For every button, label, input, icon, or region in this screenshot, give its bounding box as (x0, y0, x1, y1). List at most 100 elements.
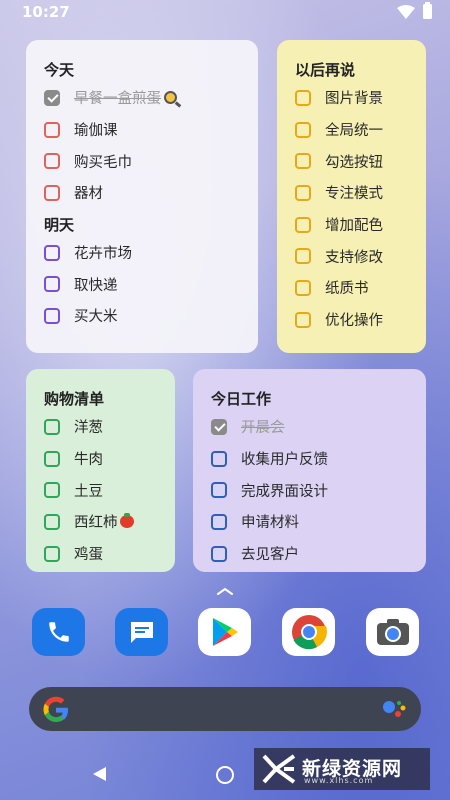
camera-app[interactable] (366, 608, 419, 656)
todo-label: 收集用户反馈 (241, 452, 328, 469)
phone-app[interactable] (32, 608, 85, 656)
checkbox[interactable] (44, 307, 60, 324)
checkbox-checked[interactable] (44, 89, 60, 106)
camera-icon (376, 619, 409, 645)
play-store-app[interactable] (198, 608, 251, 656)
todo-item[interactable]: 收集用户反馈 (211, 443, 408, 475)
todo-label: 专注模式 (325, 186, 383, 203)
todo-item[interactable]: 优化操作 (295, 304, 408, 336)
todo-label: 完成界面设计 (241, 483, 328, 500)
todo-label: 纸质书 (325, 281, 369, 298)
todo-label: 西红柿 (74, 515, 118, 532)
todo-label: 花卉市场 (74, 246, 132, 263)
checkbox[interactable] (44, 276, 60, 293)
todo-label: 早餐一盒煎蛋 (74, 91, 161, 108)
todo-item[interactable]: 申请材料 (211, 506, 408, 538)
todo-item[interactable]: 取快递 (44, 268, 240, 300)
todo-label: 土豆 (74, 483, 103, 500)
checkbox[interactable] (44, 153, 60, 170)
todo-label: 鸡蛋 (74, 547, 103, 564)
todo-item[interactable]: 去见客户 (211, 538, 408, 570)
checkbox[interactable] (211, 482, 227, 499)
checkbox[interactable] (295, 153, 311, 170)
widget-work[interactable]: 今日工作 开晨会 收集用户反馈 完成界面设计 申请材料 去见客户 (193, 369, 426, 572)
checkbox[interactable] (295, 311, 311, 328)
todo-item[interactable]: 洋葱 (44, 411, 157, 443)
widget-shopping[interactable]: 购物清单 洋葱 牛肉 土豆 西红柿 鸡蛋 (26, 369, 175, 572)
watermark-url: www.xlhs.com (304, 776, 374, 785)
back-button[interactable] (93, 767, 106, 781)
todo-item[interactable]: 早餐一盒煎蛋 (44, 82, 240, 114)
watermark: 新绿资源网 www.xlhs.com (254, 748, 430, 790)
chrome-app[interactable] (282, 608, 335, 656)
todo-item[interactable]: 花卉市场 (44, 237, 240, 269)
today-title: 今天 (44, 61, 75, 79)
todo-label: 支持修改 (325, 249, 383, 266)
google-search-bar[interactable] (29, 687, 421, 731)
shopping-title: 购物清单 (44, 390, 105, 408)
checkbox[interactable] (44, 513, 60, 530)
checkbox[interactable] (295, 279, 311, 296)
widget-later[interactable]: 以后再说 图片背景 全局统一 勾选按钮 专注模式 增加配色 支持修改 纸质书 优… (277, 40, 426, 353)
todo-item[interactable]: 增加配色 (295, 209, 408, 241)
home-button[interactable] (216, 766, 234, 784)
messages-app[interactable] (115, 608, 168, 656)
todo-label: 器材 (74, 186, 103, 203)
todo-item[interactable]: 西红柿 (44, 506, 157, 538)
todo-label: 洋葱 (74, 420, 103, 437)
todo-label: 增加配色 (325, 218, 383, 235)
todo-label: 优化操作 (325, 313, 383, 330)
watermark-logo-icon (262, 754, 296, 784)
checkbox[interactable] (44, 482, 60, 499)
todo-item[interactable]: 鸡蛋 (44, 538, 157, 570)
todo-label: 牛肉 (74, 452, 103, 469)
tomato-icon (119, 513, 134, 529)
checkbox[interactable] (44, 184, 60, 201)
todo-item[interactable]: 牛肉 (44, 443, 157, 475)
status-bar: 10:27 (0, 0, 450, 26)
checkbox[interactable] (44, 121, 60, 138)
checkbox[interactable] (44, 418, 60, 435)
todo-item[interactable]: 专注模式 (295, 177, 408, 209)
todo-label: 买大米 (74, 309, 118, 326)
messages-icon (130, 622, 153, 643)
checkbox[interactable] (211, 450, 227, 467)
todo-item[interactable]: 买大米 (44, 300, 240, 332)
work-title: 今日工作 (211, 390, 272, 408)
wifi-icon (397, 4, 415, 19)
chrome-icon (291, 615, 327, 650)
todo-item[interactable]: 开晨会 (211, 411, 408, 443)
todo-item[interactable]: 勾选按钮 (295, 145, 408, 177)
todo-item[interactable]: 纸质书 (295, 272, 408, 304)
checkbox[interactable] (295, 89, 311, 106)
checkbox[interactable] (44, 450, 60, 467)
todo-item[interactable]: 完成界面设计 (211, 474, 408, 506)
todo-item[interactable]: 购买毛巾 (44, 145, 240, 177)
checkbox[interactable] (295, 248, 311, 265)
todo-item[interactable]: 全局统一 (295, 114, 408, 146)
checkbox-checked[interactable] (211, 418, 227, 435)
checkbox[interactable] (295, 184, 311, 201)
frying-pan-icon (164, 91, 177, 105)
todo-item[interactable]: 支持修改 (295, 240, 408, 272)
battery-icon (423, 2, 432, 19)
phone-icon (48, 622, 69, 642)
todo-label: 取快递 (74, 277, 118, 294)
checkbox[interactable] (211, 513, 227, 530)
todo-label: 购买毛巾 (74, 154, 132, 171)
todo-item[interactable]: 器材 (44, 177, 240, 209)
todo-item[interactable]: 瑜伽课 (44, 114, 240, 146)
google-assistant-icon[interactable] (381, 699, 407, 719)
widget-today[interactable]: 今天 早餐一盒煎蛋 瑜伽课 购买毛巾 器材 明天 花卉市场 取快递 买大米 (26, 40, 258, 353)
todo-label: 开晨会 (241, 420, 285, 437)
checkbox[interactable] (295, 121, 311, 138)
checkbox[interactable] (44, 244, 60, 261)
play-store-icon (212, 618, 238, 646)
checkbox[interactable] (44, 545, 60, 562)
checkbox[interactable] (295, 216, 311, 233)
chevron-up-icon[interactable] (216, 586, 234, 596)
todo-item[interactable]: 图片背景 (295, 82, 408, 114)
todo-item[interactable]: 土豆 (44, 474, 157, 506)
checkbox[interactable] (211, 545, 227, 562)
status-time: 10:27 (22, 3, 70, 21)
